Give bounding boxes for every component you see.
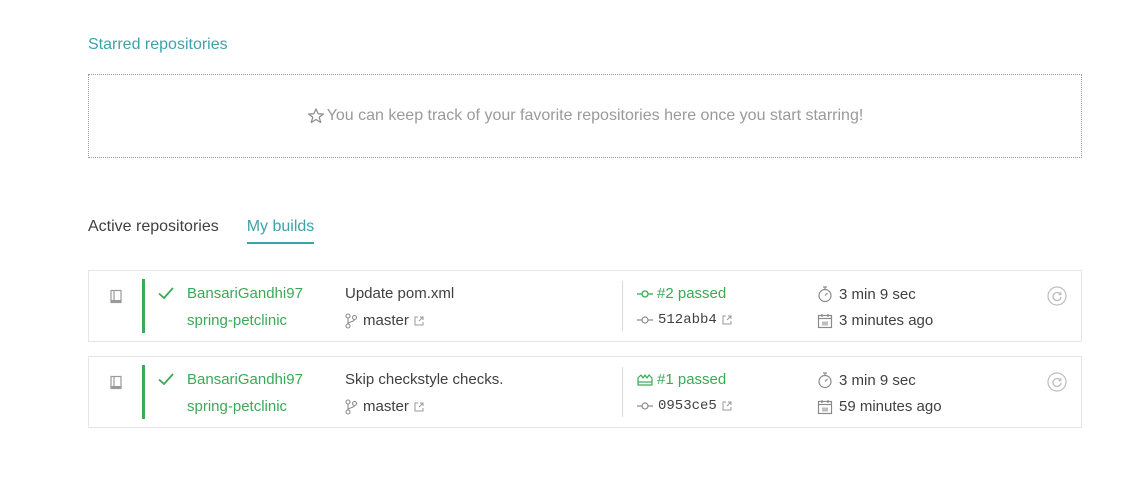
branch-link[interactable]: master	[363, 312, 409, 329]
repo-owner-link[interactable]: BansariGandhi97	[187, 285, 303, 302]
finished-value: 3 minutes ago	[839, 312, 934, 329]
build-status-label: #1 passed	[657, 371, 727, 388]
passed-status-bar	[142, 365, 145, 419]
commit-icon	[637, 402, 653, 410]
repo-name-link[interactable]: spring-petclinic	[187, 312, 287, 329]
external-link-icon[interactable]	[722, 315, 732, 325]
commit-icon	[637, 289, 653, 298]
branch-info: master	[345, 312, 424, 329]
duration-value: 3 min 9 sec	[839, 371, 916, 389]
passed-status-bar	[142, 279, 145, 333]
duration-value: 3 min 9 sec	[839, 285, 916, 303]
starred-empty-state: You can keep track of your favorite repo…	[88, 74, 1082, 158]
page: Starred repositories You can keep track …	[0, 0, 1136, 502]
repo-owner-link[interactable]: BansariGandhi97	[187, 371, 303, 388]
external-link-icon[interactable]	[722, 401, 732, 411]
branch-info: master	[345, 398, 424, 415]
build-duration: 3 min 9 sec	[817, 285, 916, 303]
commit-sha: 512abb4	[637, 312, 737, 328]
branch-icon	[345, 398, 357, 415]
build-card[interactable]: BansariGandhi97 spring-petclinic Skip ch…	[88, 356, 1082, 428]
star-icon	[307, 108, 324, 124]
finished-value: 59 minutes ago	[839, 398, 942, 415]
commit-message: Skip checkstyle checks.	[345, 371, 504, 388]
tab-active-repositories[interactable]: Active repositories	[88, 218, 219, 244]
stopwatch-icon	[818, 372, 832, 389]
build-duration: 3 min 9 sec	[817, 371, 916, 389]
card-divider	[622, 367, 623, 417]
build-status-label: #2 passed	[657, 285, 727, 302]
build-number-link[interactable]: #2 passed	[637, 285, 726, 302]
external-link-icon[interactable]	[414, 402, 424, 412]
branch-icon	[345, 312, 357, 329]
calendar-icon	[817, 399, 833, 414]
repo-icon	[110, 375, 122, 390]
commit-sha-link[interactable]: 512abb4	[658, 312, 717, 328]
restart-build-icon[interactable]	[1047, 372, 1067, 392]
repo-icon	[110, 289, 122, 304]
check-icon	[158, 287, 174, 300]
build-finished-time: 59 minutes ago	[817, 398, 942, 415]
build-finished-time: 3 minutes ago	[817, 312, 933, 329]
build-tabs: Active repositories My builds	[88, 218, 315, 244]
commit-icon	[637, 316, 653, 324]
branch-link[interactable]: master	[363, 398, 409, 415]
push-icon	[637, 373, 653, 386]
build-card[interactable]: BansariGandhi97 spring-petclinic Update …	[88, 270, 1082, 342]
card-divider	[622, 281, 623, 331]
build-number-link[interactable]: #1 passed	[637, 371, 726, 388]
restart-build-icon[interactable]	[1047, 286, 1067, 306]
starred-empty-message: You can keep track of your favorite repo…	[326, 107, 864, 124]
starred-repositories-title[interactable]: Starred repositories	[88, 36, 228, 54]
commit-message: Update pom.xml	[345, 285, 455, 302]
check-icon	[158, 373, 174, 386]
commit-sha-link[interactable]: 0953ce5	[658, 398, 717, 414]
external-link-icon[interactable]	[414, 316, 424, 326]
tab-my-builds[interactable]: My builds	[246, 218, 315, 244]
commit-sha: 0953ce5	[637, 398, 737, 414]
repo-name-link[interactable]: spring-petclinic	[187, 398, 287, 415]
calendar-icon	[817, 313, 833, 328]
stopwatch-icon	[818, 286, 832, 303]
